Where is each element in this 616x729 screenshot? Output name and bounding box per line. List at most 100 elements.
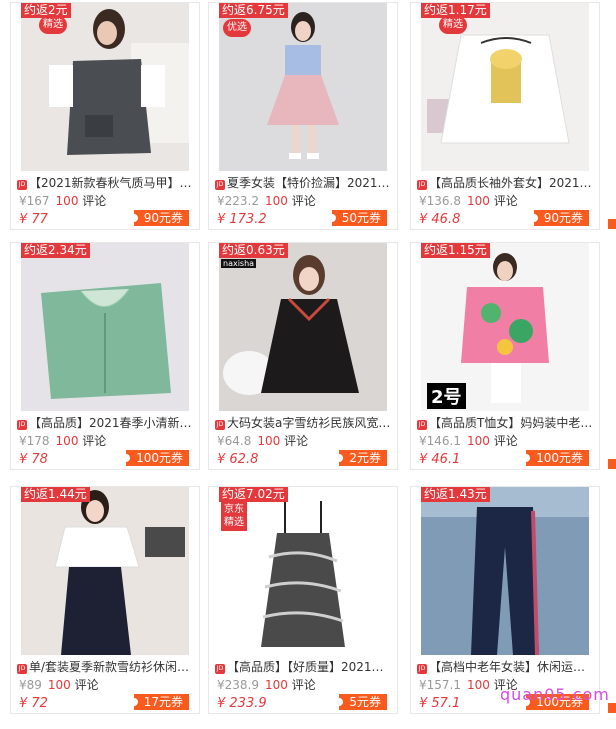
jd-icon: JD — [17, 180, 27, 190]
review-label: 评论 — [284, 434, 309, 448]
product-meta: ¥238.9 100 评论 — [217, 677, 316, 693]
brand-mark: naxisha — [221, 259, 257, 268]
coupon-button[interactable]: 90元券 — [133, 210, 189, 226]
jd-icon: JD — [215, 420, 225, 430]
review-count: 100 — [467, 194, 490, 208]
product-title[interactable]: JD 单/套装夏季新款雪纺衫休闲阔腿裤 — [17, 659, 195, 675]
featured-badge: 优选 — [223, 19, 251, 37]
product-title[interactable]: JD 【高档中老年女装】休闲运动裤女 — [417, 659, 595, 675]
original-price: ¥64.8 — [217, 434, 252, 448]
product-card[interactable]: 约返1.15元 2号 JD【高品质T恤女】妈妈装中老年夏装 ¥146.1 100 … — [410, 242, 600, 470]
rebate-tag: 约返6.75元 — [219, 3, 288, 18]
featured-badge: 精选 — [439, 16, 467, 34]
original-price: ¥157.1 — [419, 678, 461, 692]
review-label: 评论 — [74, 678, 99, 692]
original-price: ¥223.2 — [217, 194, 259, 208]
featured-badge: 精选 — [39, 16, 67, 34]
product-card[interactable]: 约返2.34元 JD【高品质】2021春季小清新针织开衫 ¥178100 评论 … — [10, 242, 200, 470]
review-count: 100 — [55, 434, 79, 448]
product-image[interactable]: 约返2元 精选 — [21, 3, 189, 171]
product-image[interactable]: 约返7.02元 京东精选 — [219, 487, 387, 655]
current-price: ¥ 78 — [19, 452, 48, 467]
product-card[interactable]: 约返7.02元 京东精选 JD【高品质】【好质量】2021新款吊带裙 ¥238.… — [208, 486, 398, 714]
product-meta: ¥223.2 100 评论 — [217, 193, 316, 209]
jd-icon: JD — [17, 420, 27, 430]
jd-icon: JD — [17, 664, 27, 674]
jd-icon: JD — [417, 420, 427, 430]
rebate-tag: 约返2.34元 — [21, 243, 90, 258]
current-price: ¥ 77 — [19, 212, 48, 227]
original-price: ¥238.9 — [217, 678, 259, 692]
rebate-tag: 约返1.43元 — [421, 487, 490, 502]
current-price: ¥ 62.8 — [217, 452, 259, 467]
current-price: ¥ 46.1 — [419, 452, 461, 467]
review-count: 100 — [265, 678, 288, 692]
coupon-button[interactable]: 100元券 — [526, 450, 589, 466]
product-card[interactable]: 约返1.44元 JD 单/套装夏季新款雪纺衫休闲阔腿裤 ¥89 100 评论 ¥ 7… — [10, 486, 200, 714]
rebate-tag: 约返1.44元 — [21, 487, 90, 502]
product-image[interactable]: 约返1.43元 — [421, 487, 589, 655]
rebate-tag: 约返0.63元 — [219, 243, 288, 258]
original-price: ¥136.8 — [419, 194, 461, 208]
review-count: 100 — [467, 434, 490, 448]
jd-icon: JD — [417, 180, 427, 190]
product-title[interactable]: JD【高品质】【好质量】2021新款吊带裙 — [215, 659, 393, 675]
coupon-button[interactable]: 50元券 — [331, 210, 387, 226]
product-image[interactable]: 约返1.17元 精选 — [421, 3, 589, 171]
coupon-button[interactable]: 90元券 — [533, 210, 589, 226]
size-label: 2号 — [427, 383, 466, 409]
coupon-button[interactable]: 2元券 — [339, 450, 387, 466]
original-price: ¥146.1 — [419, 434, 461, 448]
product-meta: ¥89 100 评论 — [19, 677, 99, 693]
product-image[interactable]: 约返0.63元 naxisha — [219, 243, 387, 411]
next-column-coupon-edge — [608, 703, 616, 713]
jd-icon: JD — [215, 180, 225, 190]
current-price: ¥ 173.2 — [217, 212, 267, 227]
original-price: ¥89 — [19, 678, 42, 692]
coupon-button[interactable]: 5元券 — [339, 694, 387, 710]
product-meta: ¥146.1 100 评论 — [419, 433, 518, 449]
product-title[interactable]: JD夏季女装【特价捡漏】2021新款连衣裙 — [215, 175, 393, 191]
current-price: ¥ 57.1 — [419, 696, 461, 711]
current-price: ¥ 46.8 — [419, 212, 461, 227]
review-label: 评论 — [493, 194, 518, 208]
product-card[interactable]: 约返1.43元 JD 【高档中老年女装】休闲运动裤女 ¥157.1 100 评论 ¥… — [410, 486, 600, 714]
product-title[interactable]: JD【高品质】2021春季小清新针织开衫 — [17, 415, 195, 431]
product-image[interactable]: 约返1.44元 — [21, 487, 189, 655]
coupon-button[interactable]: 17元券 — [133, 694, 189, 710]
review-label: 评论 — [291, 678, 316, 692]
review-label: 评论 — [82, 194, 107, 208]
product-title[interactable]: JD【2021新款春秋气质马甲】韩版宽松牛仔马甲 — [17, 175, 195, 191]
jd-icon: JD — [215, 664, 225, 674]
original-price: ¥167 — [19, 194, 50, 208]
product-meta: ¥178 100 评论 — [19, 433, 106, 449]
product-meta: ¥136.8 100 评论 — [419, 193, 518, 209]
product-card[interactable]: 约返1.17元 精选 JD【高品质长袖外套女】2021春季新款 ¥136.8 10… — [410, 2, 600, 230]
product-card[interactable]: 约返6.75元 优选 JD夏季女装【特价捡漏】2021新款连衣裙 ¥223.2 1… — [208, 2, 398, 230]
product-card[interactable]: 约返2元 精选 JD【2021新款春秋气质马甲】韩版宽松牛仔马甲 ¥167 100… — [10, 2, 200, 230]
coupon-button[interactable]: 100元券 — [126, 450, 189, 466]
product-meta: ¥167 100 评论 — [19, 193, 106, 209]
jd-featured-badge: 京东精选 — [221, 501, 247, 531]
watermark-text: quan05.com — [500, 685, 610, 704]
rebate-tag: 约返7.02元 — [219, 487, 288, 502]
product-meta: ¥64.8 100 评论 — [217, 433, 308, 449]
product-image[interactable]: 约返1.15元 2号 — [421, 243, 589, 411]
review-count: 100 — [47, 678, 71, 692]
product-card[interactable]: 约返0.63元 naxisha JD大码女装a字雪纺衫民族风宽松上衣 ¥64.8… — [208, 242, 398, 470]
review-label: 评论 — [291, 194, 316, 208]
next-column-coupon-edge — [608, 219, 616, 229]
product-title[interactable]: JD【高品质T恤女】妈妈装中老年夏装 — [417, 415, 595, 431]
current-price: ¥ 233.9 — [217, 696, 267, 711]
product-image[interactable]: 约返2.34元 — [21, 243, 189, 411]
product-title[interactable]: JD【高品质长袖外套女】2021春季新款 — [417, 175, 595, 191]
product-title[interactable]: JD大码女装a字雪纺衫民族风宽松上衣 — [215, 415, 393, 431]
jd-icon: JD — [417, 664, 427, 674]
next-column-coupon-edge — [608, 459, 616, 469]
product-grid: 约返2元 精选 JD【2021新款春秋气质马甲】韩版宽松牛仔马甲 ¥167 100… — [0, 0, 616, 729]
product-image[interactable]: 约返6.75元 优选 — [219, 3, 387, 171]
review-count: 100 — [265, 194, 288, 208]
review-count: 100 — [55, 194, 79, 208]
review-label: 评论 — [82, 434, 107, 448]
current-price: ¥ 72 — [19, 696, 48, 711]
